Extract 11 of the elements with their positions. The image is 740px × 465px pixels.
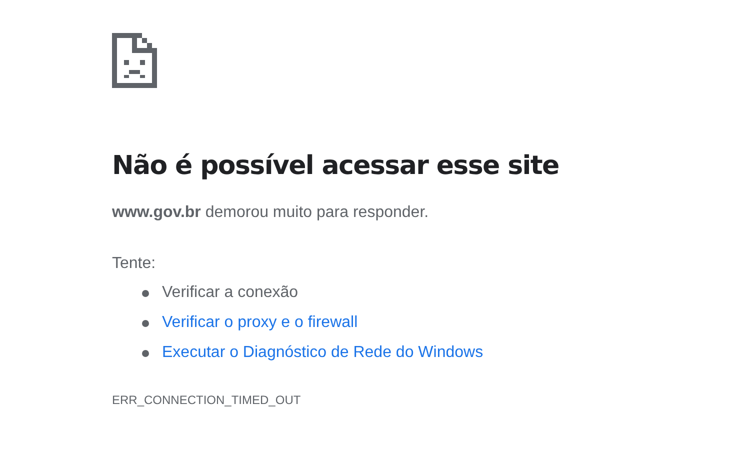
suggestion-link[interactable]: Executar o Diagnóstico de Rede do Windows <box>162 342 484 364</box>
bullet-icon <box>142 320 149 326</box>
bullet-icon <box>142 290 149 296</box>
error-description: www.gov.br demorou muito para responder. <box>112 203 430 223</box>
error-code: ERR_CONNECTION_TIMED_OUT <box>112 392 302 408</box>
bullet-icon <box>142 350 149 356</box>
suggestion-link[interactable]: Verificar o proxy e o firewall <box>162 312 358 334</box>
suggestion-text: Verificar a conexão <box>162 283 298 303</box>
sad-document-icon <box>112 33 157 88</box>
suggestions-heading: Tente: <box>112 254 157 274</box>
error-title: Não é possível acessar esse site <box>112 150 560 182</box>
